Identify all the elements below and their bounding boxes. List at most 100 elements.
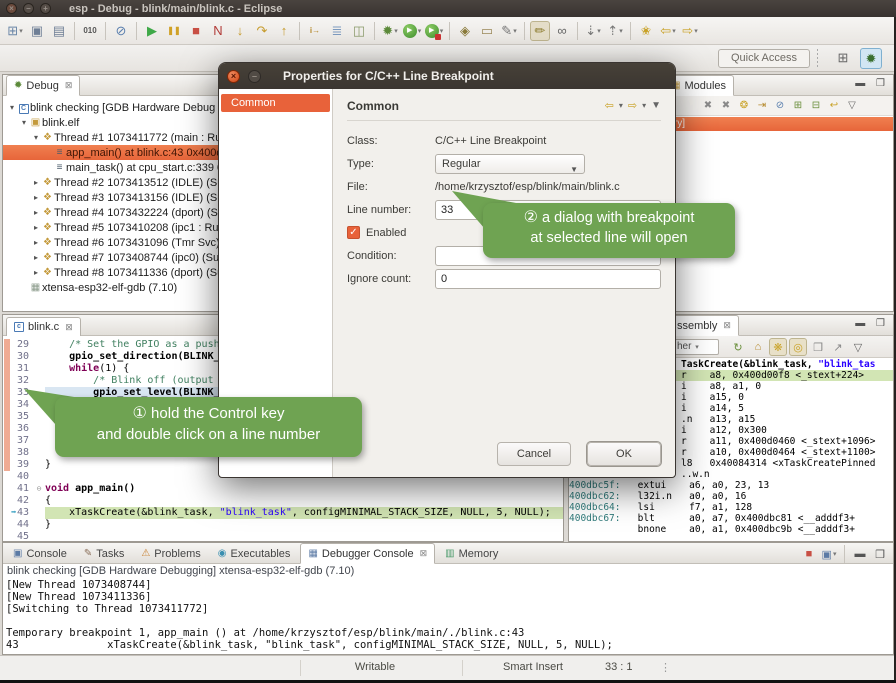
disassembly-line[interactable]: 400dbc5f: extui a6, a0, 23, 13 bbox=[569, 480, 893, 491]
resume-icon[interactable]: ▶ bbox=[142, 21, 162, 41]
disassembly-line[interactable]: 400dbc62: l32i.n a0, a0, 16 bbox=[569, 491, 893, 502]
open-resource-icon[interactable]: ▭ bbox=[477, 21, 497, 41]
dialog-titlebar[interactable]: × – Properties for C/C++ Line Breakpoint bbox=[219, 63, 675, 89]
back-icon[interactable]: ⇦ bbox=[605, 99, 614, 112]
line-number[interactable]: 42 bbox=[3, 495, 33, 507]
close-icon[interactable]: ⊠ bbox=[723, 320, 731, 331]
refresh-icon[interactable]: ↻ bbox=[729, 338, 747, 356]
use-step-filters-icon[interactable]: ◫ bbox=[349, 21, 369, 41]
debug-tree-item[interactable]: ▸❖Thread #6 1073431096 (Tmr Svc) (S bbox=[3, 235, 227, 250]
debug-tree-item[interactable]: ▸❖Thread #8 1073411336 (dport) (Sus bbox=[3, 265, 227, 280]
debug-tree-item[interactable]: ≡main_task() at cpu_start.c:339 0x4 bbox=[3, 160, 227, 175]
tab-executables[interactable]: ◉Executables bbox=[211, 543, 298, 564]
home-icon[interactable]: ⌂ bbox=[749, 338, 767, 356]
show-annotations-icon[interactable]: ∞ bbox=[552, 21, 572, 41]
suspend-icon[interactable]: ❚❚ bbox=[164, 21, 184, 41]
save-icon[interactable]: ▣ bbox=[27, 21, 47, 41]
show-full-paths-icon[interactable]: ❂ bbox=[735, 97, 753, 115]
maximize-console-icon[interactable]: ❒ bbox=[871, 545, 889, 563]
instruction-stepping-icon[interactable]: i→ bbox=[305, 21, 325, 41]
view-menu-icon[interactable]: ▽ bbox=[849, 338, 867, 356]
expander-icon[interactable]: ▸ bbox=[31, 238, 41, 247]
type-select[interactable]: Regular ▼ bbox=[435, 154, 585, 174]
debug-tree-item[interactable]: ▸❖Thread #5 1073410208 (ipc1 : Runni bbox=[3, 220, 227, 235]
minimize-maximize-icons[interactable]: ▬ ❒ bbox=[855, 318, 889, 329]
fold-icon[interactable]: ⊖ bbox=[33, 483, 45, 495]
forward-icon[interactable]: ⇨ bbox=[628, 99, 637, 112]
tab-tasks[interactable]: ✎Tasks bbox=[77, 543, 132, 564]
back-icon[interactable]: ⇦▾ bbox=[658, 21, 678, 41]
save-all-icon[interactable]: ▤ bbox=[49, 21, 69, 41]
chevron-down-icon[interactable]: ▾ bbox=[619, 101, 623, 110]
ok-button[interactable]: OK bbox=[587, 442, 661, 466]
tab-blink-c[interactable]: c blink.c ⊠ bbox=[6, 317, 81, 338]
step-into-icon[interactable]: ↓ bbox=[230, 21, 250, 41]
disassembly-line[interactable]: 400dbc67: blt a0, a7, 0x400dbc81 <__addd… bbox=[569, 513, 893, 524]
ignore-count-input[interactable] bbox=[435, 269, 661, 289]
line-number[interactable]: 40 bbox=[3, 471, 33, 483]
link-with-debug-icon[interactable]: ↩ bbox=[825, 97, 843, 115]
coverage-icon[interactable]: ▶▾ bbox=[424, 21, 444, 41]
track-expression-icon[interactable]: ◎ bbox=[789, 338, 807, 356]
line-number[interactable]: 41 bbox=[3, 483, 33, 495]
pin-view-icon[interactable]: ↗ bbox=[829, 338, 847, 356]
maximize-icon[interactable]: + bbox=[40, 3, 51, 14]
terminate-icon[interactable]: ■ bbox=[186, 21, 206, 41]
enabled-checkbox[interactable]: ✓ bbox=[347, 226, 360, 239]
binary-build-icon[interactable]: 010 bbox=[80, 21, 100, 41]
sync-active-context-icon[interactable]: ❋ bbox=[769, 338, 787, 356]
previous-annotation-icon[interactable]: ⇡▾ bbox=[605, 21, 625, 41]
toggle-highlight-icon[interactable]: ✏ bbox=[530, 21, 550, 41]
display-selected-console-icon[interactable]: ▣▾ bbox=[820, 545, 838, 563]
cancel-button[interactable]: Cancel bbox=[497, 442, 571, 466]
last-edit-location-icon[interactable]: ✬ bbox=[636, 21, 656, 41]
step-over-icon[interactable]: ↷ bbox=[252, 21, 272, 41]
sidebar-item-common[interactable]: Common bbox=[221, 94, 330, 112]
remove-all-modules-icon[interactable]: ✖ bbox=[717, 97, 735, 115]
show-debug-layout-icon[interactable]: ≣ bbox=[327, 21, 347, 41]
minimize-maximize-icons[interactable]: ▬ ❒ bbox=[855, 78, 889, 89]
disconnect-icon[interactable]: N bbox=[208, 21, 228, 41]
close-icon[interactable]: ⊠ bbox=[420, 548, 428, 559]
tab-debug[interactable]: ✹ Debug ⊠ bbox=[6, 75, 80, 96]
expander-icon[interactable]: ▸ bbox=[31, 268, 41, 277]
open-perspective-button[interactable]: ⊞ bbox=[832, 48, 854, 69]
expander-icon[interactable]: ▸ bbox=[31, 253, 41, 262]
debug-tree-item[interactable]: ▾Cblink checking [GDB Hardware Debug bbox=[3, 100, 227, 115]
remove-module-icon[interactable]: ✖ bbox=[699, 97, 717, 115]
skip-all-breakpoints-icon[interactable]: ⊘ bbox=[111, 21, 131, 41]
tab-debugger-console[interactable]: ▦Debugger Console⊠ bbox=[300, 543, 435, 564]
close-icon[interactable]: ⊠ bbox=[65, 80, 73, 91]
dialog-close-icon[interactable]: × bbox=[227, 70, 240, 83]
step-return-icon[interactable]: ↑ bbox=[274, 21, 294, 41]
line-number[interactable]: 45 bbox=[3, 531, 33, 541]
debug-tree-item[interactable]: ▦xtensa-esp32-elf-gdb (7.10) bbox=[3, 280, 227, 295]
debug-tree-item[interactable]: ▸❖Thread #4 1073432224 (dport) (Sus bbox=[3, 205, 227, 220]
debug-tree-item[interactable]: ▸❖Thread #2 1073413512 (IDLE) (Susp bbox=[3, 175, 227, 190]
next-annotation-icon[interactable]: ⇣▾ bbox=[583, 21, 603, 41]
debug-tree-item[interactable]: ▾▣blink.elf bbox=[3, 115, 227, 130]
dialog-minimize-icon[interactable]: – bbox=[248, 70, 261, 83]
code-line[interactable]: 45 bbox=[3, 531, 563, 541]
goto-address-icon[interactable]: ⇥ bbox=[753, 97, 771, 115]
tab-problems[interactable]: ⚠Problems bbox=[134, 543, 207, 564]
collapse-all-icon[interactable]: ⊟ bbox=[807, 97, 825, 115]
code-line[interactable]: ➡43 xTaskCreate(&blink_task, "blink_task… bbox=[3, 507, 563, 519]
expander-icon[interactable]: ▾ bbox=[19, 118, 29, 127]
location-input[interactable]: her ▾ bbox=[673, 339, 719, 355]
tab-memory[interactable]: ▥Memory bbox=[438, 543, 505, 564]
minimize-console-icon[interactable]: ▬ bbox=[851, 545, 869, 563]
statusbar-menu-icon[interactable]: ⋮ bbox=[660, 661, 671, 674]
expander-icon[interactable]: ▾ bbox=[31, 133, 41, 142]
expander-icon[interactable]: ▸ bbox=[31, 193, 41, 202]
terminate-console-icon[interactable]: ■ bbox=[800, 545, 818, 563]
forward-icon[interactable]: ⇨▾ bbox=[680, 21, 700, 41]
debug-tree-item[interactable]: ▸❖Thread #7 1073408744 (ipc0) (Susp bbox=[3, 250, 227, 265]
code-line[interactable]: 41⊖void app_main() bbox=[3, 483, 563, 495]
line-number[interactable]: 43 bbox=[3, 507, 33, 519]
console-output[interactable]: [New Thread 1073408744][New Thread 10734… bbox=[3, 579, 893, 654]
close-icon[interactable]: ⊠ bbox=[65, 322, 73, 333]
debug-tree-item[interactable]: ▾❖Thread #1 1073411772 (main : Runn bbox=[3, 130, 227, 145]
tab-disassembly[interactable]: ssembly ⊠ bbox=[669, 315, 739, 336]
expander-icon[interactable]: ▸ bbox=[31, 223, 41, 232]
